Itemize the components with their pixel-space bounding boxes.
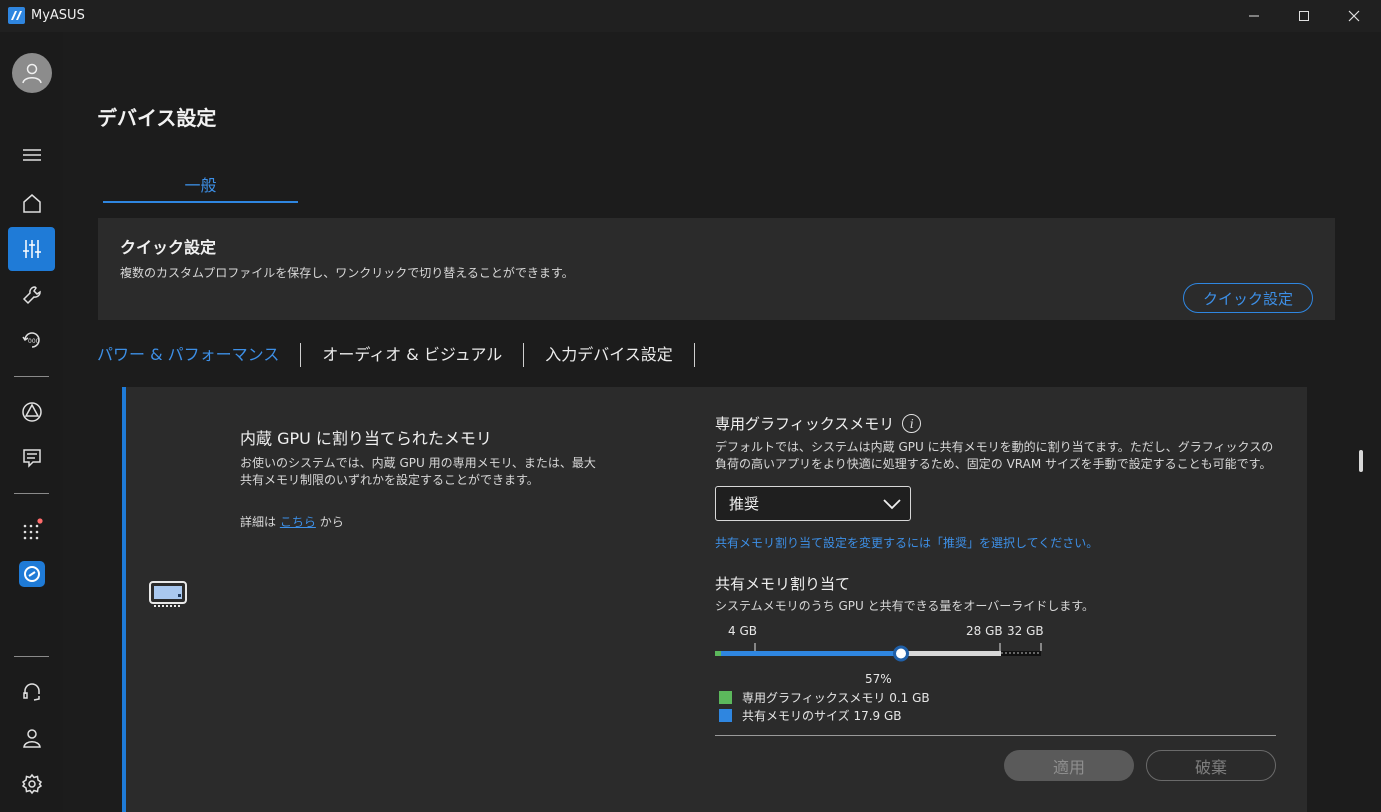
tab-audio-visual[interactable]: オーディオ & ビジュアル [301,343,525,367]
user-icon [22,729,41,748]
maximize-button[interactable] [1279,0,1329,32]
svg-text:000: 000 [28,338,40,345]
menu-button[interactable] [8,135,55,175]
scrollbar-thumb[interactable] [1359,450,1363,472]
nav-recovery[interactable]: 000 [8,320,55,360]
headset-icon [22,683,40,701]
wrench-icon [22,286,41,305]
learn-more: 詳細は こちら から [240,513,344,530]
learn-more-prefix: 詳細は [240,515,277,529]
minimize-icon [1249,15,1259,17]
learn-more-link[interactable]: こちら [280,515,316,529]
shared-memory-desc: システムメモリのうち GPU と共有できる量をオーバーライドします。 [715,599,1095,613]
apps-icon [23,518,43,540]
gpu-memory-card: 内蔵 GPU に割り当てられたメモリ お使いのシステムでは、内蔵 GPU 用の専… [122,387,1307,812]
shared-percent: 57% [865,672,892,686]
nav-support[interactable] [8,275,55,315]
minimize-button[interactable] [1229,0,1279,32]
legend-label: 共有メモリのサイズ 17.9 GB [742,709,902,723]
gear-icon [21,773,42,795]
app-title: MyASUS [31,8,85,23]
learn-more-suffix: から [319,515,344,529]
info-icon[interactable]: i [902,414,922,433]
chevron-down-icon [883,499,901,510]
nav-apps[interactable] [8,509,55,549]
avatar-icon [22,63,42,84]
chat-icon [22,449,41,468]
shared-memory-slider[interactable] [715,639,1045,669]
legend-shared: 共有メモリのサイズ 17.9 GB [719,707,902,724]
quick-settings-desc: 複数のカスタムプロファイルを保存し、ワンクリックで切り替えることができます。 [120,266,574,280]
recovery-icon: 000 [21,332,40,348]
triangle-logo-icon [21,402,42,422]
tab-general[interactable]: 一般 [103,172,298,196]
nav-settings[interactable] [8,764,55,804]
tick-label: 28 GB [966,624,1003,638]
sidebar: 000 [0,32,63,812]
nav-device-settings[interactable] [8,227,55,271]
tab-power-performance[interactable]: パワー & パフォーマンス [97,343,302,367]
sidebar-divider [14,376,49,377]
main-content: デバイス設定 一般 クイック設定 複数のカスタムプロファイルを保存し、ワンクリッ… [63,32,1381,812]
dedicated-memory-title: 専用グラフィックスメモリ i [715,413,922,434]
nav-link-app[interactable] [8,554,55,594]
slider-dedicated-fill [715,651,721,656]
gpu-memory-desc: お使いのシステムでは、内蔵 GPU 用の専用メモリ、または、最大共有メモリ制限の… [240,456,596,487]
legend-dedicated: 専用グラフィックスメモリ 0.1 GB [719,689,930,706]
recommended-hint: 共有メモリ割り当て設定を変更するには「推奨」を選択してください。 [715,536,1099,550]
page-title: デバイス設定 [97,106,217,130]
link-app-icon [18,561,45,587]
category-tabs: パワー & パフォーマンス オーディオ & ビジュアル 入力デバイス設定 [97,343,695,367]
gpu-memory-title: 内蔵 GPU に割り当てられたメモリ [240,429,492,448]
nav-customer-support[interactable] [8,672,55,712]
memory-chip-icon [149,581,187,607]
dedicated-memory-desc: デフォルトでは、システムは内蔵 GPU に共有メモリを動的に割り当てます。ただし… [715,440,1274,471]
avatar[interactable] [12,53,52,93]
shared-memory-title: 共有メモリ割り当て [715,575,851,593]
quick-settings-title: クイック設定 [120,238,217,257]
quick-settings-button[interactable]: クイック設定 [1183,283,1313,313]
sliders-icon [22,240,41,258]
sidebar-divider [14,656,49,657]
nav-home[interactable] [8,183,55,223]
tab-input-devices[interactable]: 入力デバイス設定 [524,343,695,367]
close-button[interactable] [1329,0,1379,32]
tick-label: 4 GB [728,624,757,638]
nav-account[interactable] [8,718,55,758]
myasus-logo-icon [8,7,25,24]
maximize-icon [1299,11,1309,21]
slider-thumb [893,645,909,662]
title-bar: MyASUS [0,0,1381,32]
discard-button[interactable]: 破棄 [1146,750,1276,781]
dedicated-memory-label: 専用グラフィックスメモリ [715,415,895,433]
tick-label: 32 GB [1007,624,1044,638]
nav-partner[interactable] [8,392,55,432]
select-value: 推奨 [729,495,760,513]
apply-button[interactable]: 適用 [1004,750,1134,781]
divider [715,735,1276,736]
legend-label: 専用グラフィックスメモリ 0.1 GB [742,691,930,705]
legend-swatch [719,691,732,704]
slider-shared-fill [721,651,901,656]
menu-icon [22,149,41,161]
quick-settings-card: クイック設定 複数のカスタムプロファイルを保存し、ワンクリックで切り替えることが… [98,218,1335,320]
legend-swatch [719,709,732,722]
tab-active-indicator [103,201,298,203]
dedicated-memory-select[interactable]: 推奨 [715,486,911,521]
nav-news[interactable] [8,438,55,478]
sidebar-divider [14,493,49,494]
home-icon [22,194,41,213]
close-icon [1348,10,1360,22]
